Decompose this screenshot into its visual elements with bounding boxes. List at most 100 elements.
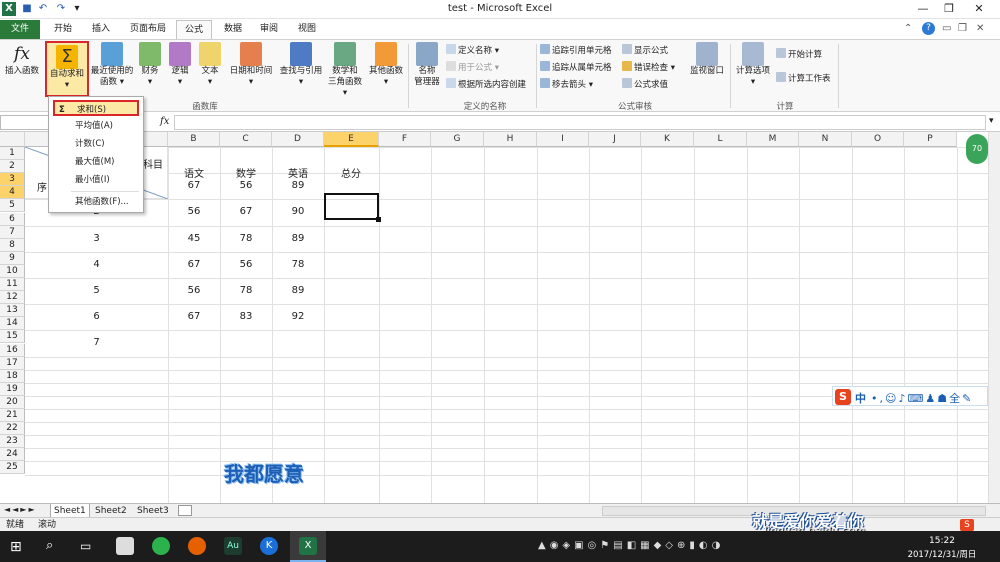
recent-functions-button[interactable]: 最近使用的 函数 ▾ bbox=[90, 42, 134, 88]
menu-item-max[interactable]: 最大值(M) bbox=[53, 154, 139, 170]
row-header-19[interactable]: 19 bbox=[0, 382, 25, 396]
column-header-G[interactable]: G bbox=[431, 132, 484, 147]
trace-precedents-button[interactable]: 追踪引用单元格 bbox=[540, 44, 612, 58]
task-view-icon[interactable]: ▭ bbox=[80, 539, 91, 553]
row-header-20[interactable]: 20 bbox=[0, 395, 25, 409]
row-header-22[interactable]: 22 bbox=[0, 422, 25, 436]
column-header-J[interactable]: J bbox=[589, 132, 641, 147]
clock-time[interactable]: 15:22 bbox=[884, 536, 1000, 546]
evaluate-formula-button[interactable]: 公式求值 bbox=[622, 78, 668, 92]
help-icon[interactable]: ? bbox=[922, 22, 935, 35]
sogou-tray-icon[interactable]: S bbox=[960, 519, 974, 531]
column-header-N[interactable]: N bbox=[799, 132, 852, 147]
expand-formula-icon[interactable]: ▾ bbox=[989, 116, 994, 126]
cell-d-4[interactable]: 78 bbox=[272, 259, 324, 270]
calculate-now-button[interactable]: 开始计算 bbox=[776, 48, 822, 62]
row-header-17[interactable]: 17 bbox=[0, 356, 25, 370]
fill-handle[interactable] bbox=[376, 217, 381, 222]
cell-d-3[interactable]: 89 bbox=[272, 233, 324, 244]
menu-item-sum[interactable]: Σ 求和(S) bbox=[53, 100, 139, 116]
row-header-10[interactable]: 10 bbox=[0, 264, 25, 278]
column-header-D[interactable]: D bbox=[272, 132, 324, 147]
row-header-1[interactable]: 1 bbox=[0, 147, 25, 161]
workbook-close-icon[interactable]: ✕ bbox=[976, 23, 984, 34]
cell-c-1[interactable]: 56 bbox=[220, 180, 272, 191]
math-trig-button[interactable]: 数学和 三角函数 ▾ bbox=[326, 42, 364, 99]
tab-page-layout[interactable]: 页面布局 bbox=[122, 20, 174, 39]
watch-window-button[interactable]: 监视窗口 bbox=[686, 42, 728, 77]
clock-date[interactable]: 2017/12/31/周日 bbox=[884, 548, 1000, 560]
create-from-selection-button[interactable]: 根据所选内容创建 bbox=[446, 78, 526, 92]
trace-dependents-button[interactable]: 追踪从属单元格 bbox=[540, 61, 612, 75]
row-header-5[interactable]: 5 bbox=[0, 199, 25, 213]
row-header-6[interactable]: 6 bbox=[0, 212, 25, 226]
cell-d-2[interactable]: 90 bbox=[272, 206, 324, 217]
windows-start-icon[interactable]: ⊞ bbox=[10, 539, 22, 555]
insert-function-button[interactable]: fx 插入函数 bbox=[2, 42, 42, 77]
datetime-button[interactable]: 日期和时间 ▾ bbox=[226, 42, 276, 88]
tab-file[interactable]: 文件 bbox=[0, 20, 40, 39]
row-header-25[interactable]: 25 bbox=[0, 461, 25, 475]
column-header-I[interactable]: I bbox=[537, 132, 589, 147]
cell-a-6[interactable]: 6 bbox=[25, 311, 168, 322]
vertical-scrollbar[interactable] bbox=[988, 132, 1000, 503]
row-header-4[interactable]: 4 bbox=[0, 186, 25, 200]
column-header-E[interactable]: E bbox=[324, 132, 379, 147]
browser-360-icon[interactable] bbox=[152, 537, 170, 555]
cell-d-1[interactable]: 89 bbox=[272, 180, 324, 191]
cell-b-4[interactable]: 67 bbox=[168, 259, 220, 270]
ime-toolbar[interactable]: S 中 •,☺♪⌨♟☗全✎ bbox=[832, 386, 988, 406]
menu-item-count[interactable]: 计数(C) bbox=[53, 136, 139, 152]
cell-d-6[interactable]: 92 bbox=[272, 311, 324, 322]
sheet-tab-1[interactable]: Sheet1 bbox=[50, 504, 90, 518]
cell-a-5[interactable]: 5 bbox=[25, 285, 168, 296]
select-all-corner[interactable] bbox=[0, 132, 25, 147]
excel-taskbar-button[interactable]: X bbox=[290, 531, 326, 562]
autosum-button[interactable]: Σ 自动求和 ▾ bbox=[45, 41, 89, 97]
cell-c-4[interactable]: 56 bbox=[220, 259, 272, 270]
cell-b-5[interactable]: 56 bbox=[168, 285, 220, 296]
column-header-F[interactable]: F bbox=[379, 132, 431, 147]
file-app-icon[interactable] bbox=[116, 537, 134, 555]
column-header-B[interactable]: B bbox=[168, 132, 220, 147]
define-name-button[interactable]: 定义名称 ▾ bbox=[446, 44, 499, 58]
k-app-icon[interactable]: K bbox=[260, 537, 278, 555]
column-header-P[interactable]: P bbox=[904, 132, 957, 147]
cell-b-3[interactable]: 45 bbox=[168, 233, 220, 244]
cell-d-5[interactable]: 89 bbox=[272, 285, 324, 296]
logical-button[interactable]: 逻辑 ▾ bbox=[168, 42, 192, 88]
ribbon-collapse-icon[interactable]: ⌃ bbox=[904, 23, 912, 34]
audition-icon[interactable]: Au bbox=[224, 537, 242, 555]
remove-arrows-button[interactable]: 移去箭头 ▾ bbox=[540, 78, 593, 92]
row-header-16[interactable]: 16 bbox=[0, 343, 25, 357]
sheet-nav-arrows-icon[interactable]: ◄◄►► bbox=[4, 505, 37, 514]
system-tray-icons[interactable]: ▲◉◈▣◎⚑▤◧▦◆◇⊕▮◐◑ bbox=[538, 540, 724, 551]
ime-language[interactable]: 中 bbox=[855, 390, 866, 406]
row-header-12[interactable]: 12 bbox=[0, 291, 25, 305]
lookup-button[interactable]: 查找与引用 ▾ bbox=[276, 42, 326, 88]
name-manager-button[interactable]: 名称 管理器 bbox=[412, 42, 442, 88]
tab-formulas[interactable]: 公式 bbox=[176, 20, 212, 39]
calculate-sheet-button[interactable]: 计算工作表 bbox=[776, 72, 831, 86]
cell-c-2[interactable]: 67 bbox=[220, 206, 272, 217]
new-sheet-icon[interactable] bbox=[178, 505, 192, 516]
search-icon[interactable]: ⌕ bbox=[46, 538, 53, 553]
cell-c-6[interactable]: 83 bbox=[220, 311, 272, 322]
error-checking-button[interactable]: 错误检查 ▾ bbox=[622, 61, 675, 75]
active-cell[interactable] bbox=[324, 193, 379, 220]
firefox-icon[interactable] bbox=[188, 537, 206, 555]
more-functions-button[interactable]: 其他函数 ▾ bbox=[366, 42, 406, 88]
cell-b-6[interactable]: 67 bbox=[168, 311, 220, 322]
tab-review[interactable]: 审阅 bbox=[252, 20, 286, 39]
tab-insert[interactable]: 插入 bbox=[84, 20, 118, 39]
financial-button[interactable]: 财务 ▾ bbox=[138, 42, 162, 88]
column-header-M[interactable]: M bbox=[747, 132, 799, 147]
menu-item-average[interactable]: 平均值(A) bbox=[53, 118, 139, 134]
tab-home[interactable]: 开始 bbox=[46, 20, 80, 39]
row-header-2[interactable]: 2 bbox=[0, 160, 25, 174]
restore-button[interactable]: ❐ bbox=[936, 1, 962, 17]
column-header-O[interactable]: O bbox=[852, 132, 904, 147]
sheet-tab-3[interactable]: Sheet3 bbox=[134, 504, 172, 518]
close-button[interactable]: ✕ bbox=[966, 1, 992, 17]
cell-b-2[interactable]: 56 bbox=[168, 206, 220, 217]
